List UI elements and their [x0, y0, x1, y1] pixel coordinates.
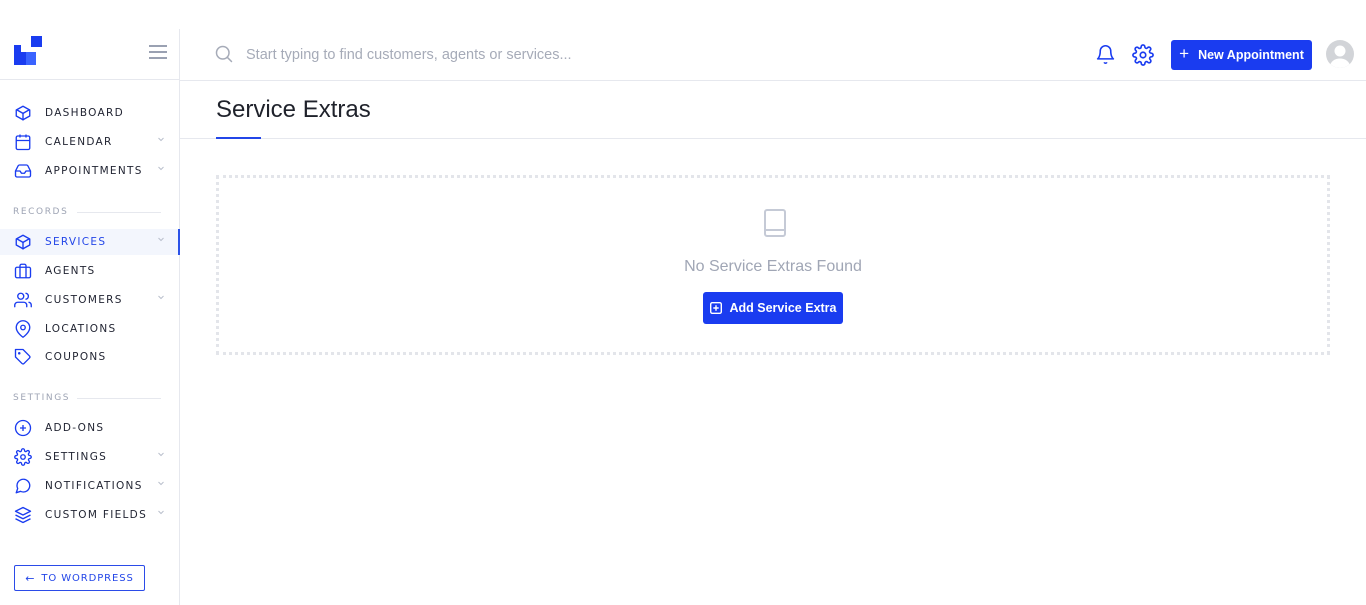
divider [180, 138, 1366, 139]
divider [77, 398, 161, 399]
gear-icon[interactable] [1132, 44, 1154, 66]
sidebar-item-add-ons[interactable]: ADD-ONS [0, 415, 180, 441]
chevron-down-icon [158, 237, 164, 242]
sidebar-item-customers[interactable]: CUSTOMERS [0, 287, 180, 313]
top-bar: + New Appointment [180, 29, 1366, 81]
search-input[interactable] [246, 43, 746, 67]
sidebar-item-dashboard[interactable]: DASHBOARD [0, 100, 180, 126]
add-service-extra-button[interactable]: Add Service Extra [703, 292, 843, 324]
to-wordpress-button[interactable]: ← TO WORDPRESS [14, 565, 145, 591]
sidebar-item-appointments[interactable]: APPOINTMENTS [0, 158, 180, 184]
new-appointment-button[interactable]: + New Appointment [1171, 40, 1312, 70]
empty-state: No Service Extras Found Add Service Extr… [216, 175, 1330, 355]
to-wordpress-label: TO WORDPRESS [41, 572, 134, 584]
plus-square-icon [709, 302, 722, 314]
page-title: Service Extras [216, 96, 371, 123]
gear-icon [14, 448, 32, 466]
sidebar-item-label: SETTINGS [45, 451, 108, 463]
sidebar-item-settings[interactable]: SETTINGS [0, 444, 180, 470]
box-icon [15, 105, 31, 121]
sidebar-item-calendar[interactable]: CALENDAR [0, 129, 180, 155]
sidebar-item-coupons[interactable]: COUPONS [0, 344, 180, 370]
inbox-icon [14, 164, 32, 178]
sidebar-item-custom-fields[interactable]: CUSTOM FIELDS [0, 502, 180, 528]
section-heading-settings: SETTINGS [13, 393, 71, 403]
sidebar-item-label: COUPONS [45, 351, 107, 363]
app-logo[interactable] [14, 36, 42, 66]
sidebar-item-label: CUSTOM FIELDS [45, 509, 148, 521]
chevron-down-icon [158, 137, 164, 142]
sidebar-item-locations[interactable]: LOCATIONS [0, 316, 180, 342]
avatar[interactable] [1326, 40, 1354, 68]
briefcase-icon [14, 263, 32, 279]
box-icon [15, 234, 31, 250]
sidebar-item-label: ADD-ONS [45, 422, 105, 434]
chevron-down-icon [158, 295, 164, 300]
sidebar-item-notifications[interactable]: NOTIFICATIONS [0, 473, 180, 499]
book-icon [764, 209, 786, 237]
chevron-down-icon [158, 166, 164, 171]
sidebar-item-label: SERVICES [45, 236, 107, 248]
sidebar-item-label: LOCATIONS [45, 323, 117, 335]
sidebar-item-label: DASHBOARD [45, 107, 125, 119]
plus-circle-icon [14, 419, 32, 437]
map-pin-icon [15, 320, 31, 338]
plus-icon: + [1179, 44, 1190, 63]
sidebar-item-label: CALENDAR [45, 136, 113, 148]
layers-icon [14, 506, 32, 524]
sidebar-item-label: AGENTS [45, 265, 96, 277]
arrow-left-icon: ← [25, 571, 36, 585]
sidebar-item-services[interactable]: SERVICES [0, 229, 180, 255]
bell-icon[interactable] [1095, 44, 1116, 65]
sidebar: DASHBOARD CALENDAR APPOINTMENTS RECORDS … [0, 29, 180, 605]
user-avatar-icon [1329, 45, 1351, 68]
sidebar-item-label: NOTIFICATIONS [45, 480, 143, 492]
chevron-down-icon [158, 510, 164, 515]
search-icon [215, 45, 233, 63]
tag-icon [14, 348, 31, 365]
message-icon [15, 478, 31, 494]
new-appointment-label: New Appointment [1198, 48, 1304, 62]
sidebar-item-agents[interactable]: AGENTS [0, 258, 180, 284]
add-service-extra-label: Add Service Extra [729, 301, 837, 315]
menu-toggle-icon[interactable] [149, 45, 167, 59]
chevron-down-icon [158, 452, 164, 457]
chevron-down-icon [158, 481, 164, 486]
divider [77, 212, 161, 213]
sidebar-item-label: CUSTOMERS [45, 294, 123, 306]
section-heading-records: RECORDS [13, 207, 69, 217]
sidebar-item-label: APPOINTMENTS [45, 165, 143, 177]
users-icon [14, 292, 32, 308]
empty-state-message: No Service Extras Found [684, 258, 862, 275]
active-tab-indicator [216, 137, 261, 139]
calendar-icon [15, 134, 31, 151]
divider [0, 79, 179, 80]
